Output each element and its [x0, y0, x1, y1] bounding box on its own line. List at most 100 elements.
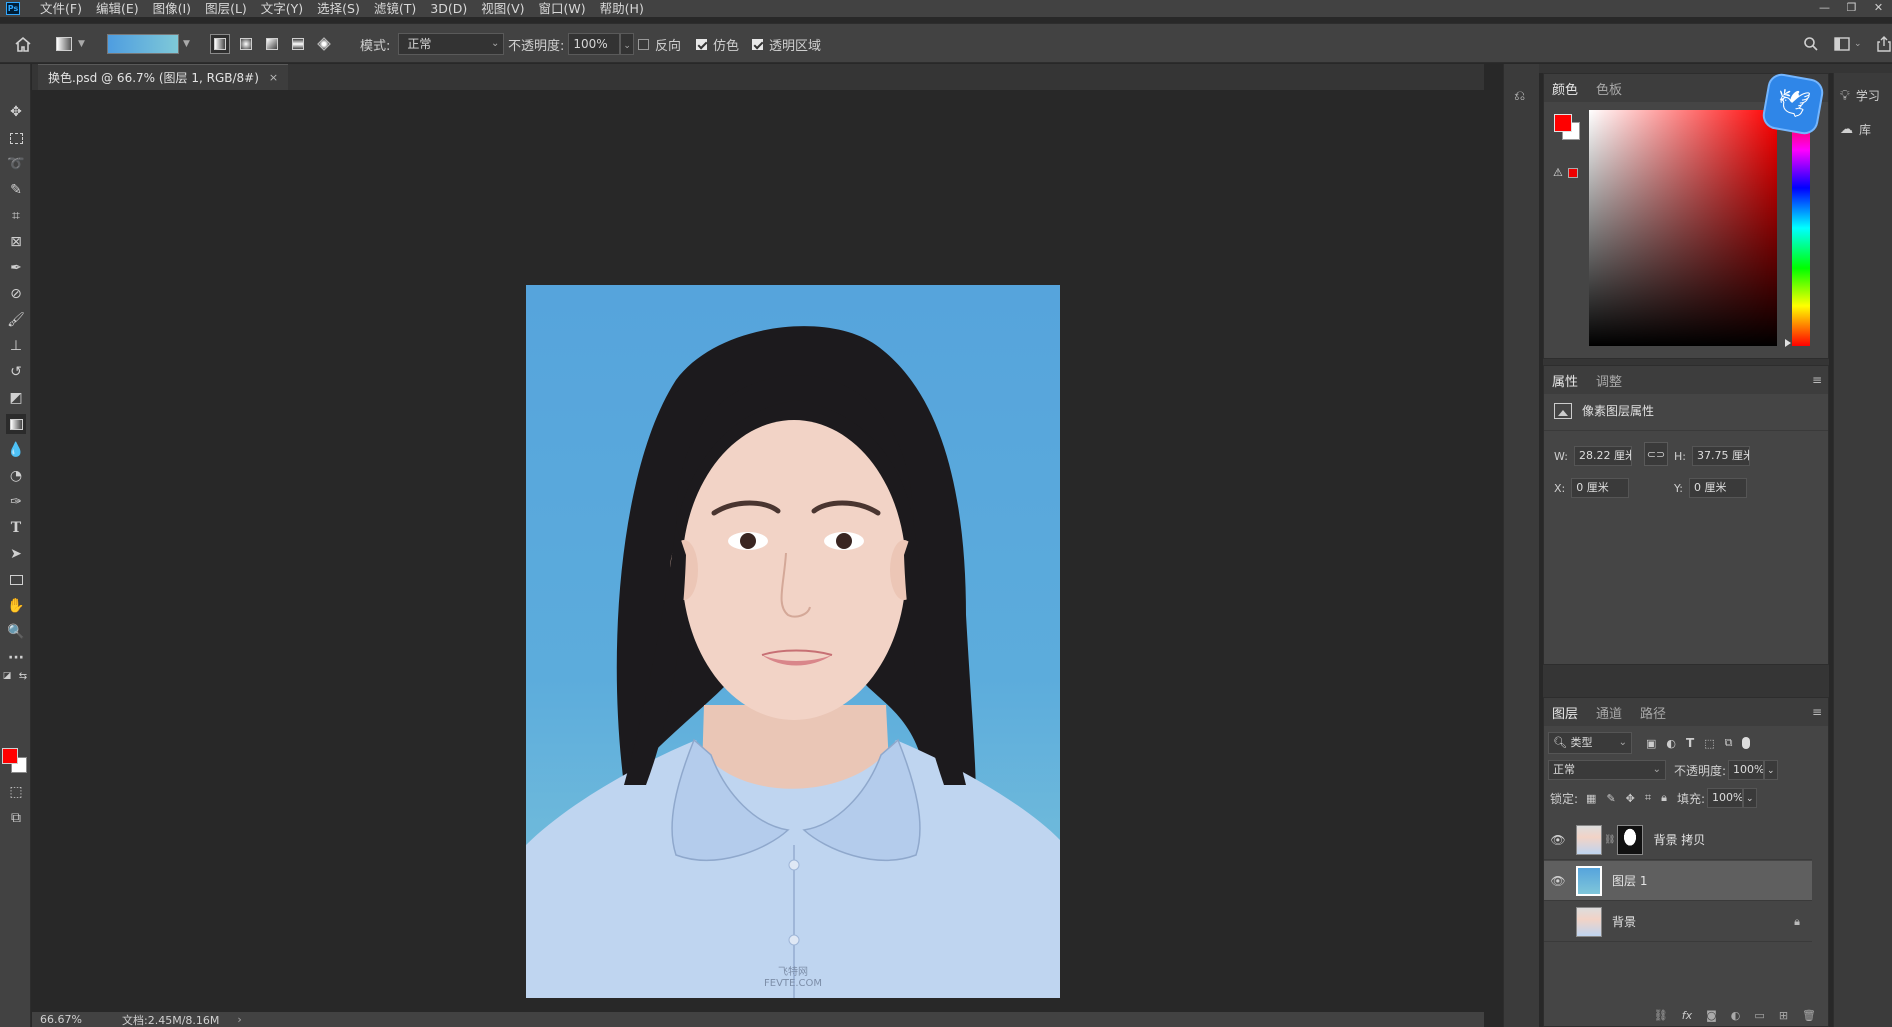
quick-mask-icon[interactable]: ⬚ [6, 782, 26, 802]
lock-position-icon[interactable]: ✥ [1626, 792, 1635, 805]
type-tool-icon[interactable]: T [6, 518, 26, 538]
libraries-button[interactable]: ☁ 库 [1840, 121, 1871, 138]
move-tool-icon[interactable]: ✥ [6, 102, 26, 122]
dither-option[interactable]: 仿色 [696, 24, 739, 64]
transparency-checkbox[interactable] [752, 38, 763, 50]
diamond-gradient-button[interactable] [314, 34, 334, 54]
more-tools-icon[interactable]: ··· [6, 648, 26, 668]
blend-mode-select[interactable]: 正常 ⌄ [1548, 760, 1666, 780]
tab-properties[interactable]: 属性 [1552, 371, 1578, 390]
tool-preset-picker[interactable]: ▼ [56, 24, 85, 64]
clone-stamp-tool-icon[interactable]: ⊥ [6, 336, 26, 356]
lock-transparent-icon[interactable]: ▦ [1586, 792, 1596, 805]
pen-tool-icon[interactable]: ✑ [6, 492, 26, 512]
chevron-down-icon[interactable]: ▼ [183, 39, 190, 49]
reverse-option[interactable]: 反向 [638, 24, 681, 64]
fill-field[interactable]: 100% [1707, 788, 1743, 808]
frame-tool-icon[interactable]: ⊠ [6, 232, 26, 252]
link-dimensions-button[interactable]: ⊂⊃ [1644, 442, 1668, 466]
document-canvas-image[interactable]: 飞特网 FEVTE.COM [526, 285, 1060, 998]
new-layer-icon[interactable]: ⊞ [1779, 1009, 1788, 1022]
color-picker-field[interactable] [1589, 110, 1777, 346]
menu-layer[interactable]: 图层(L) [205, 0, 247, 17]
zoom-level[interactable]: 66.67% [40, 1013, 114, 1026]
adjustment-icon[interactable]: ◐ [1731, 1009, 1741, 1022]
layer-mask-thumbnail[interactable] [1617, 824, 1644, 855]
lock-all-icon[interactable]: 🔒︎ [1661, 791, 1667, 805]
share-button[interactable] [1877, 24, 1891, 64]
fx-icon[interactable]: fx [1682, 1009, 1692, 1022]
layer-opacity-dropdown[interactable]: ⌄ [1764, 760, 1779, 780]
blur-tool-icon[interactable]: 💧 [6, 440, 26, 460]
panel-menu-icon[interactable]: ≡ [1812, 373, 1822, 387]
minimize-button[interactable]: — [1811, 0, 1838, 17]
lock-artboard-icon[interactable]: ⌗ [1645, 791, 1651, 805]
menu-filter[interactable]: 滤镜(T) [374, 0, 416, 17]
link-icon[interactable]: ⛓ [1654, 1009, 1668, 1022]
fill-dropdown[interactable]: ⌄ [1743, 788, 1757, 808]
mode-select[interactable]: 正常 ⌄ [398, 33, 505, 55]
visibility-eye-icon[interactable]: 👁︎ [1544, 833, 1572, 847]
height-field[interactable]: 37.75 厘米 [1691, 446, 1750, 466]
restore-button[interactable]: ❐ [1838, 0, 1865, 17]
visibility-eye-icon[interactable]: 👁︎ [1544, 874, 1572, 888]
dither-checkbox[interactable] [696, 38, 707, 50]
history-brush-tool-icon[interactable]: ↺ [6, 362, 26, 382]
search-button[interactable] [1803, 24, 1819, 64]
tab-channels[interactable]: 通道 [1596, 703, 1622, 722]
filter-shape-icon[interactable]: ⬚ [1704, 737, 1714, 750]
swap-colors-icon[interactable]: ⇆ [16, 670, 30, 682]
opacity-dropdown[interactable]: ⌄ [620, 33, 635, 55]
zoom-tool-icon[interactable]: 🔍 [6, 622, 26, 642]
filter-toggle-icon[interactable] [1742, 737, 1751, 749]
layer-row-layer-1[interactable]: 👁︎ 图层 1 [1544, 861, 1812, 901]
foreground-color-swatch[interactable] [2, 748, 18, 764]
gamut-warning-icon[interactable]: ⚠ [1553, 166, 1563, 179]
tab-color[interactable]: 颜色 [1552, 79, 1578, 98]
menu-select[interactable]: 选择(S) [317, 0, 360, 17]
path-selection-tool-icon[interactable]: ➤ [6, 544, 26, 564]
hand-tool-icon[interactable]: ✋ [6, 596, 26, 616]
layer-opacity-field[interactable]: 100% [1728, 760, 1765, 780]
transparency-option[interactable]: 透明区域 [752, 24, 821, 64]
mask-icon[interactable]: ◙ [1706, 1009, 1717, 1022]
opacity-field[interactable]: 100% [568, 33, 621, 55]
layer-filter-select[interactable]: 🔍︎ 类型 ⌄ [1548, 732, 1632, 754]
filter-adjustment-icon[interactable]: ◐ [1666, 737, 1676, 750]
filter-type-icon[interactable]: T [1686, 736, 1694, 750]
tab-paths[interactable]: 路径 [1640, 703, 1666, 722]
menu-3d[interactable]: 3D(D) [430, 0, 467, 17]
panel-menu-icon[interactable]: ≡ [1812, 705, 1822, 719]
reflected-gradient-button[interactable] [288, 34, 308, 54]
hue-slider-handle[interactable] [1785, 339, 1791, 347]
hue-slider[interactable] [1792, 110, 1810, 346]
width-field[interactable]: 28.22 厘米 [1573, 446, 1632, 466]
marquee-tool-icon[interactable] [6, 128, 26, 148]
healing-brush-tool-icon[interactable]: ⊘ [6, 284, 26, 304]
menu-type[interactable]: 文字(Y) [261, 0, 303, 17]
linear-gradient-button[interactable] [210, 34, 230, 54]
close-tab-icon[interactable]: × [269, 71, 278, 84]
gradient-tool-icon[interactable] [6, 414, 26, 434]
mask-link-icon[interactable]: ⛓ [1604, 835, 1615, 845]
lock-pixels-icon[interactable]: ✎ [1606, 792, 1615, 805]
screen-mode-icon[interactable]: ⧉ [6, 808, 26, 828]
close-button[interactable]: ✕ [1865, 0, 1892, 17]
menu-window[interactable]: 窗口(W) [539, 0, 586, 17]
quick-selection-tool-icon[interactable]: ✎ [6, 180, 26, 200]
rectangle-tool-icon[interactable] [6, 570, 26, 590]
reverse-checkbox[interactable] [638, 38, 649, 50]
eraser-tool-icon[interactable]: ◩ [6, 388, 26, 408]
crop-tool-icon[interactable]: ⌗ [6, 206, 26, 226]
group-icon[interactable]: ▭ [1754, 1009, 1764, 1022]
menu-image[interactable]: 图像(I) [153, 0, 191, 17]
home-button[interactable] [14, 24, 32, 64]
layer-row-background-copy[interactable]: 👁︎ ⛓ 背景 拷贝 [1544, 820, 1812, 860]
menu-help[interactable]: 帮助(H) [600, 0, 644, 17]
filter-pixel-icon[interactable]: ▣ [1646, 737, 1656, 750]
tab-swatches[interactable]: 色板 [1596, 79, 1622, 98]
gradient-picker[interactable]: ▼ [107, 24, 190, 64]
document-tab[interactable]: 换色.psd @ 66.7% (图层 1, RGB/8#) × [38, 64, 289, 90]
radial-gradient-button[interactable] [236, 34, 256, 54]
menu-file[interactable]: 文件(F) [40, 0, 82, 17]
